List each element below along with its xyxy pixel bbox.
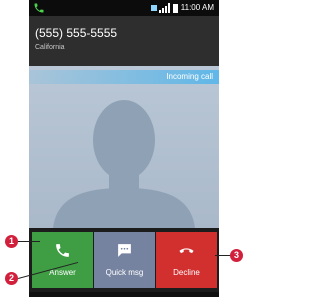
callout-3: 3	[230, 249, 243, 262]
contact-photo: Incoming call	[29, 66, 219, 228]
caller-location: California	[35, 44, 65, 51]
phone-icon	[56, 244, 69, 257]
callout-2: 2	[5, 272, 18, 285]
answer-label: Answer	[49, 268, 76, 277]
person-silhouette-icon	[53, 100, 195, 228]
signal-battery-icon	[151, 3, 178, 13]
callout-1: 1	[5, 235, 18, 248]
caller-number: (555) 555-5555	[35, 26, 118, 40]
incoming-call-label: Incoming call	[166, 72, 213, 81]
quick-message-button[interactable]: Quick msg	[94, 232, 155, 288]
hang-up-icon	[179, 248, 194, 254]
incoming-call-screen: 11:00 AM (555) 555-5555 California Incom…	[29, 0, 219, 297]
bottom-edge	[29, 292, 219, 297]
quick-message-label: Quick msg	[105, 268, 144, 277]
incoming-call-banner: Incoming call	[29, 70, 219, 84]
message-icon	[118, 244, 131, 257]
decline-label: Decline	[173, 268, 200, 277]
caller-info: (555) 555-5555 California	[29, 16, 219, 66]
callout-leader-1	[18, 241, 40, 242]
answer-button[interactable]: Answer	[32, 232, 93, 288]
status-bar: 11:00 AM	[29, 0, 219, 16]
decline-button[interactable]: Decline	[156, 232, 217, 288]
phone-call-icon	[34, 3, 44, 13]
status-time: 11:00 AM	[180, 3, 214, 12]
call-action-bar: Answer Quick msg Decline	[29, 228, 219, 297]
